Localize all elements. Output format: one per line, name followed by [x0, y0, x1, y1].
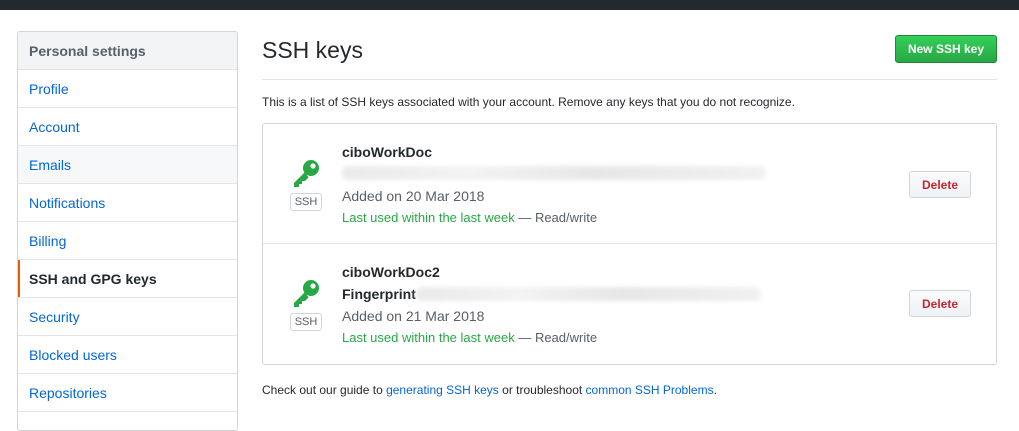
sidebar-item-blocked-users[interactable]: Blocked users [18, 336, 237, 374]
last-used-status: Last used within the last week — Read/wr… [342, 330, 597, 345]
fingerprint-line: Fingerprint [342, 286, 761, 302]
generating-ssh-keys-link[interactable]: generating SSH keys [386, 383, 499, 397]
last-used-text: Last used within the last week [342, 210, 515, 225]
key-icon [294, 280, 319, 307]
page-title: SSH keys [262, 37, 363, 63]
fingerprint-redacted [342, 166, 766, 180]
ssh-key-list: SSH ciboWorkDoc Added on 20 Mar 2018 Las… [262, 123, 997, 365]
top-header-bar [0, 0, 1019, 10]
key-title: ciboWorkDoc [342, 144, 432, 160]
sidebar-item-profile[interactable]: Profile [18, 70, 237, 108]
sidebar-item-repositories[interactable]: Repositories [18, 374, 237, 412]
key-icon [294, 160, 319, 187]
footer-suffix: . [713, 383, 717, 397]
sidebar-item-billing[interactable]: Billing [18, 222, 237, 260]
key-title: ciboWorkDoc2 [342, 264, 440, 280]
sidebar-item-emails[interactable]: Emails [18, 146, 237, 184]
sidebar-header: Personal settings [18, 32, 237, 70]
added-date: Added on 20 Mar 2018 [342, 188, 485, 204]
ssh-key-item: SSH ciboWorkDoc Added on 20 Mar 2018 Las… [263, 124, 996, 244]
ssh-badge: SSH [290, 313, 322, 331]
footer-middle: or troubleshoot [498, 383, 586, 397]
ssh-key-item: SSH ciboWorkDoc2 Fingerprint Added on 21… [263, 244, 996, 364]
fingerprint-redacted [415, 287, 761, 301]
last-used-text: Last used within the last week [342, 330, 515, 345]
fingerprint-label: Fingerprint [342, 286, 416, 302]
settings-sidebar: Personal settings Profile Account Emails… [17, 31, 238, 431]
added-date: Added on 21 Mar 2018 [342, 308, 485, 324]
sidebar-item-ssh-gpg-keys[interactable]: SSH and GPG keys [18, 260, 237, 298]
common-ssh-problems-link[interactable]: common SSH Problems [586, 383, 714, 397]
ssh-badge: SSH [290, 193, 322, 211]
delete-key-button[interactable]: Delete [909, 171, 971, 198]
sidebar-item-notifications[interactable]: Notifications [18, 184, 237, 222]
intro-text: This is a list of SSH keys associated wi… [262, 95, 795, 109]
last-used-status: Last used within the last week — Read/wr… [342, 210, 597, 225]
fingerprint-line [342, 166, 766, 180]
footer-prefix: Check out our guide to [262, 383, 387, 397]
access-level: — Read/write [514, 210, 598, 225]
sidebar-item-security[interactable]: Security [18, 298, 237, 336]
access-level: — Read/write [514, 330, 598, 345]
delete-key-button[interactable]: Delete [909, 290, 971, 317]
sidebar-item-account[interactable]: Account [18, 108, 237, 146]
new-ssh-key-button[interactable]: New SSH key [895, 35, 997, 63]
title-divider [262, 79, 997, 80]
help-footer: Check out our guide to generating SSH ke… [262, 383, 717, 397]
